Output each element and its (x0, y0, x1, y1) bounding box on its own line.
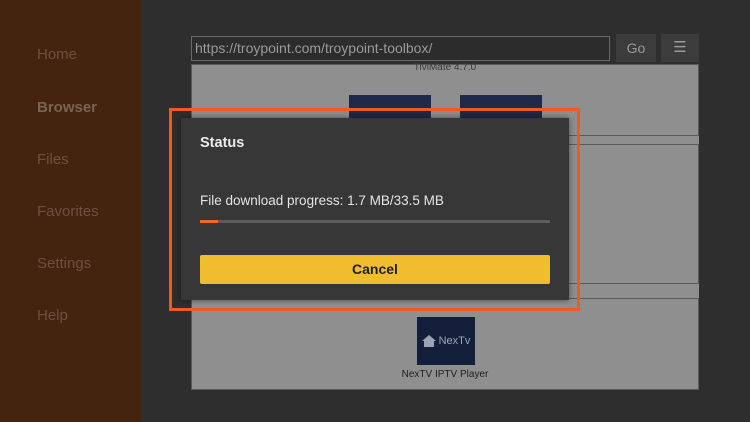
menu-button[interactable]: ☰ (661, 34, 699, 62)
sidebar-item-files[interactable]: Files (37, 151, 69, 168)
sidebar-item-browser[interactable]: Browser (37, 99, 97, 116)
sidebar-item-help[interactable]: Help (37, 307, 68, 324)
app-card-nextv: NexTv NexTV IPTV Player (191, 298, 699, 390)
url-input[interactable]: https://troypoint.com/troypoint-toolbox/ (191, 36, 610, 61)
nextv-logo-text: NexTv (438, 335, 471, 347)
app-label: NexTV IPTV Player (401, 369, 489, 380)
sidebar-item-settings[interactable]: Settings (37, 255, 91, 272)
sidebar-item-home[interactable]: Home (37, 46, 77, 63)
hamburger-icon: ☰ (673, 39, 687, 56)
sidebar-item-favorites[interactable]: Favorites (37, 203, 99, 220)
go-button[interactable]: Go (616, 34, 656, 62)
app-card-title: TiviMate 4.7.0 (413, 62, 477, 73)
home-icon (421, 335, 436, 347)
nextv-logo[interactable]: NexTv (417, 317, 475, 365)
sidebar: Home Browser Files Favorites Settings He… (0, 0, 141, 422)
highlight-annotation (169, 108, 580, 311)
